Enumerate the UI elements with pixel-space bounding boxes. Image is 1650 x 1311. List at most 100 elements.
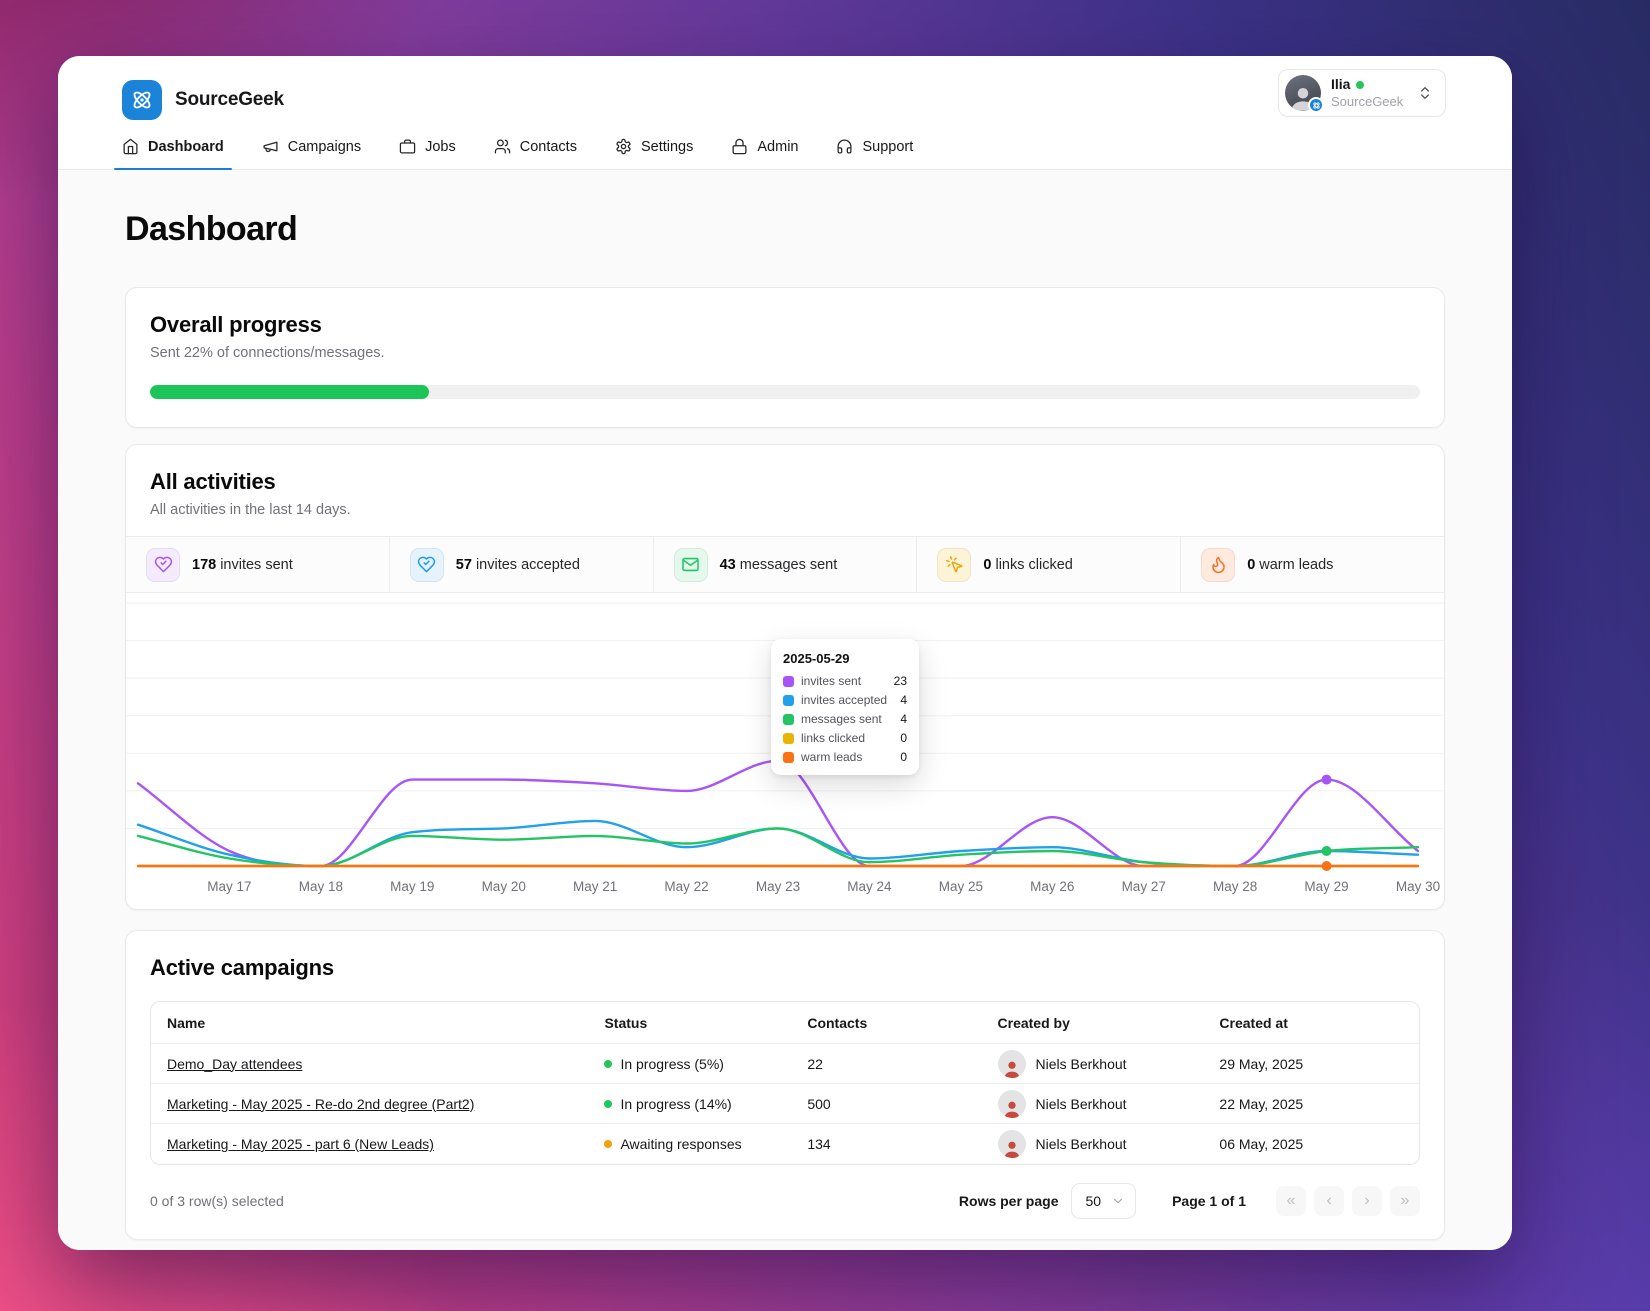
series-label: links clicked <box>801 731 866 745</box>
tab-dashboard[interactable]: Dashboard <box>114 138 232 170</box>
stat-label: invites sent <box>220 556 293 573</box>
users-icon <box>494 138 511 155</box>
tab-admin[interactable]: Admin <box>731 138 798 169</box>
brand: SourceGeek <box>122 74 1448 126</box>
table-row[interactable]: Marketing - May 2025 - part 6 (New Leads… <box>151 1124 1419 1164</box>
table-row[interactable]: Marketing - May 2025 - Re-do 2nd degree … <box>151 1084 1419 1124</box>
prev-page-button[interactable]: ‹ <box>1314 1186 1344 1216</box>
activities-subtitle: All activities in the last 14 days. <box>150 502 351 518</box>
pagination: « ‹ › » <box>1276 1186 1420 1216</box>
contacts-count: 134 <box>807 1136 831 1152</box>
pointer-click-icon <box>937 547 972 582</box>
tab-label: Jobs <box>425 138 456 155</box>
rows-selected-note: 0 of 3 row(s) selected <box>150 1193 284 1209</box>
table-header-row: Name Status Contacts Created by Created … <box>151 1002 1419 1044</box>
tab-campaigns[interactable]: Campaigns <box>262 138 361 169</box>
stat-label: warm leads <box>1259 556 1334 573</box>
online-status-dot <box>1356 80 1365 89</box>
column-header-name: Name <box>167 1014 206 1031</box>
svg-text:May 22: May 22 <box>664 879 708 894</box>
status-dot <box>604 1140 613 1148</box>
progress-fill <box>150 385 430 399</box>
stat-value: 43 <box>719 556 736 573</box>
overall-progress-title: Overall progress <box>150 312 322 337</box>
series-label: warm leads <box>801 750 863 764</box>
campaigns-table: Name Status Contacts Created by Created … <box>150 1001 1420 1165</box>
campaign-link[interactable]: Marketing - May 2025 - Re-do 2nd degree … <box>167 1096 474 1112</box>
svg-text:May 23: May 23 <box>756 879 800 894</box>
column-header-created-by: Created by <box>997 1014 1070 1031</box>
svg-text:May 18: May 18 <box>299 879 343 894</box>
user-meta: Ilia SourceGeek <box>1331 76 1403 109</box>
lock-icon <box>731 138 748 155</box>
tab-support[interactable]: Support <box>836 138 913 169</box>
rows-per-page-label: Rows per page <box>958 1193 1059 1209</box>
page-title: Dashboard <box>125 210 298 248</box>
series-value: 4 <box>900 712 907 726</box>
all-activities-card: All activities All activities in the las… <box>125 444 1445 910</box>
table-row[interactable]: Demo_Day attendees In progress (5%) 22 N… <box>151 1044 1419 1084</box>
page-status: Page 1 of 1 <box>1172 1193 1246 1209</box>
column-header-contacts: Contacts <box>807 1014 868 1031</box>
creator-name: Niels Berkhout <box>1035 1095 1127 1112</box>
series-swatch <box>783 713 794 725</box>
activities-chart-area[interactable]: May 17 May 18 May 19 May 20 May 21 May 22 May … <box>126 593 1444 909</box>
series-label: invites sent <box>801 674 862 688</box>
tab-settings[interactable]: Settings <box>615 138 693 169</box>
stat-value: 178 <box>192 556 217 573</box>
user-org: SourceGeek <box>1331 93 1404 109</box>
table-footer: 0 of 3 row(s) selected Rows per page 50 … <box>150 1183 1420 1219</box>
series-label: messages sent <box>801 712 882 726</box>
tooltip-row: invites accepted 4 <box>783 693 907 707</box>
series-swatch <box>783 675 794 687</box>
last-page-button[interactable]: » <box>1390 1186 1420 1216</box>
svg-text:May 26: May 26 <box>1030 879 1074 894</box>
campaign-link[interactable]: Marketing - May 2025 - part 6 (New Leads… <box>167 1136 434 1152</box>
headset-icon <box>836 138 853 155</box>
stat-value: 0 <box>1247 556 1256 573</box>
series-swatch <box>783 732 794 744</box>
status-text: In progress (14%) <box>620 1095 732 1112</box>
contacts-count: 22 <box>807 1055 823 1072</box>
tab-label: Support <box>862 138 914 155</box>
user-avatar <box>1285 75 1324 113</box>
rows-per-page-select[interactable]: 50 <box>1070 1183 1137 1219</box>
tab-jobs[interactable]: Jobs <box>399 138 456 169</box>
column-header-created-at: Created at <box>1219 1014 1288 1031</box>
tooltip-row: invites sent 23 <box>783 674 907 688</box>
tab-label: Dashboard <box>148 138 224 155</box>
series-value: 4 <box>900 693 907 707</box>
tooltip-row: warm leads 0 <box>783 750 907 764</box>
svg-text:May 20: May 20 <box>482 879 526 894</box>
invite-accepted-heart-icon <box>409 547 444 582</box>
app-header: SourceGeek Ilia SourceGeek Dashboard Cam… <box>58 56 1512 170</box>
tab-label: Campaigns <box>287 138 362 155</box>
sourcegeek-logo-icon <box>122 80 162 120</box>
activity-stats-row: 178 invites sent 57 invites accepted 43 mes… <box>126 536 1444 593</box>
app-window: SourceGeek Ilia SourceGeek Dashboard Cam… <box>58 56 1512 1250</box>
invite-heart-icon <box>146 547 180 582</box>
activities-title: All activities <box>150 469 276 494</box>
svg-text:May 27: May 27 <box>1122 879 1166 894</box>
first-page-button[interactable]: « <box>1276 1186 1306 1216</box>
mail-check-icon <box>673 547 708 582</box>
warm-leads-flame-icon <box>1201 547 1236 582</box>
stat-value: 57 <box>455 556 472 573</box>
tab-contacts[interactable]: Contacts <box>494 138 577 169</box>
home-icon <box>122 138 139 155</box>
stat-links-clicked: 0 links clicked <box>917 537 1182 592</box>
svg-text:May 21: May 21 <box>573 879 617 894</box>
series-value: 23 <box>893 674 907 688</box>
status-text: Awaiting responses <box>620 1136 742 1152</box>
svg-text:May 25: May 25 <box>939 879 983 894</box>
campaign-link[interactable]: Demo_Day attendees <box>167 1056 302 1072</box>
created-at: 29 May, 2025 <box>1219 1055 1304 1072</box>
creator-avatar <box>997 1130 1026 1158</box>
stat-label: links clicked <box>995 556 1073 573</box>
next-page-button[interactable]: › <box>1352 1186 1382 1216</box>
user-menu[interactable]: Ilia SourceGeek <box>1278 69 1446 117</box>
stat-messages-sent: 43 messages sent <box>654 537 918 592</box>
progress-bar-track <box>150 385 1420 399</box>
stat-warm-leads: 0 warm leads <box>1181 537 1444 592</box>
series-swatch <box>783 694 794 706</box>
